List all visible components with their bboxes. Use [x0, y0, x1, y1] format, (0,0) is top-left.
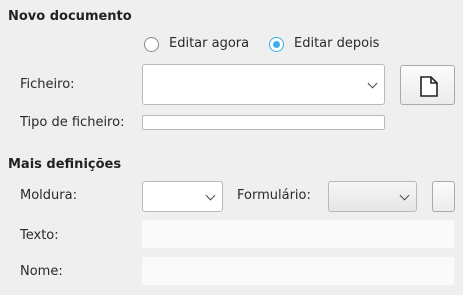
file-label: Ficheiro:	[20, 77, 75, 92]
edit-now-label[interactable]: Editar agora	[169, 36, 249, 51]
document-icon	[420, 76, 438, 97]
edit-now-radio[interactable]	[144, 37, 159, 52]
section-title-more-settings: Mais definições	[8, 157, 122, 172]
form-extra-button[interactable]	[432, 181, 455, 212]
chevron-down-icon	[399, 190, 410, 201]
edit-later-text: Editar depois	[294, 36, 380, 51]
file-combobox[interactable]	[142, 64, 385, 105]
name-label: Nome:	[20, 264, 63, 279]
chevron-down-icon	[205, 190, 216, 201]
new-file-button[interactable]	[400, 65, 455, 105]
file-type-label: Tipo de ficheiro:	[20, 115, 125, 130]
frame-label: Moldura:	[20, 188, 77, 203]
name-field[interactable]	[141, 256, 455, 286]
form-combobox[interactable]	[328, 181, 417, 212]
edit-later-label[interactable]: Editar depois	[294, 36, 379, 51]
section-title-new-document: Novo documento	[8, 9, 132, 24]
edit-later-radio[interactable]	[269, 37, 284, 52]
text-label: Texto:	[20, 228, 59, 243]
edit-now-text: Editar agora	[169, 36, 250, 51]
chevron-down-icon	[367, 78, 378, 89]
file-type-field	[142, 115, 385, 130]
frame-combobox[interactable]	[142, 181, 223, 212]
text-field[interactable]	[141, 219, 455, 249]
form-label: Formulário:	[237, 188, 311, 203]
